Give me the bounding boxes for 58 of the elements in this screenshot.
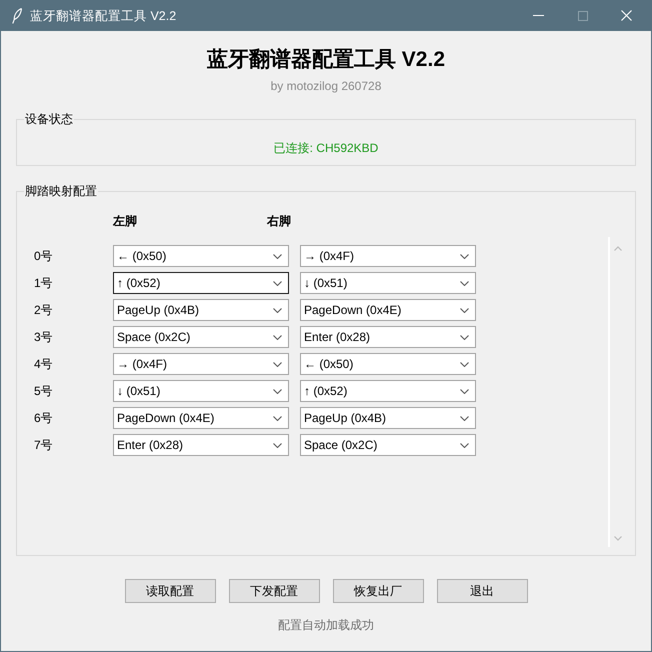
key-dropdown[interactable]: PageDown (0x4E) — [113, 407, 289, 429]
key-dropdown[interactable]: ← (0x50) — [300, 353, 476, 375]
chevron-down-icon — [273, 416, 282, 420]
close-icon[interactable] — [621, 10, 632, 21]
row-label: 5号 — [34, 384, 53, 398]
chevron-down-icon — [460, 308, 469, 312]
key-dropdown[interactable]: Enter (0x28) — [113, 434, 289, 456]
row-label: 3号 — [34, 330, 53, 344]
chevron-down-icon — [460, 362, 469, 366]
chevron-down-icon — [273, 334, 282, 340]
chevron-down-icon — [460, 442, 469, 448]
key-dropdown[interactable]: Space (0x2C) — [300, 434, 476, 456]
window-title: 蓝牙翻谱器配置工具 V2.2 — [30, 8, 176, 24]
row-label: 0号 — [34, 249, 53, 263]
chevron-down-icon — [460, 416, 469, 420]
chevron-down-icon[interactable] — [614, 536, 622, 541]
row-label: 1号 — [34, 276, 53, 290]
action-button[interactable]: 读取配置 — [124, 579, 216, 603]
row-label: 6号 — [34, 411, 53, 425]
chevron-down-icon — [273, 254, 282, 258]
column-header: 左脚 — [113, 214, 138, 228]
key-dropdown[interactable]: Enter (0x28) — [300, 326, 476, 348]
key-dropdown[interactable]: ↑ (0x52) — [300, 380, 476, 402]
group-label: 设备状态 — [24, 112, 74, 126]
key-dropdown[interactable]: PageUp (0x4B) — [300, 407, 476, 429]
row-label: 4号 — [34, 357, 53, 371]
action-button[interactable]: 恢复出厂 — [332, 579, 424, 603]
status-message: 配置自动加载成功 — [278, 617, 374, 633]
chevron-down-icon — [273, 308, 282, 312]
maximize-icon[interactable] — [578, 10, 588, 20]
chevron-down-icon — [460, 388, 469, 394]
key-dropdown[interactable]: ↓ (0x51) — [113, 380, 289, 402]
key-dropdown[interactable]: → (0x4F) — [300, 245, 476, 267]
author-subtitle: by motozilog 260728 — [270, 78, 382, 94]
column-header: 右脚 — [267, 214, 291, 228]
key-dropdown[interactable]: ↑ (0x52) — [113, 272, 289, 294]
action-button[interactable]: 下发配置 — [228, 579, 320, 603]
chevron-down-icon — [273, 362, 282, 366]
key-dropdown[interactable]: Space (0x2C) — [113, 326, 289, 348]
key-dropdown[interactable]: PageUp (0x4B) — [113, 299, 289, 321]
chevron-down-icon — [273, 442, 282, 448]
key-dropdown[interactable]: → (0x4F) — [113, 353, 289, 375]
chevron-down-icon — [460, 280, 469, 286]
group-label: 脚踏映射配置 — [24, 184, 98, 198]
connection-status: 已连接: CH592KBD — [274, 140, 378, 156]
chevron-down-icon — [460, 254, 469, 258]
row-label: 2号 — [34, 303, 53, 317]
chevron-down-icon — [273, 388, 282, 394]
key-dropdown[interactable]: ↓ (0x51) — [300, 272, 476, 294]
chevron-down-icon — [273, 280, 282, 286]
key-dropdown[interactable]: ← (0x50) — [113, 245, 289, 267]
chevron-down-icon — [460, 334, 469, 340]
key-dropdown[interactable]: PageDown (0x4E) — [300, 299, 476, 321]
row-label: 7号 — [34, 438, 53, 452]
action-button[interactable]: 退出 — [436, 579, 528, 603]
chevron-up-icon[interactable] — [614, 246, 622, 251]
app-heading: 蓝牙翻谱器配置工具 V2.2 — [206, 47, 446, 73]
feather-icon — [12, 8, 22, 24]
